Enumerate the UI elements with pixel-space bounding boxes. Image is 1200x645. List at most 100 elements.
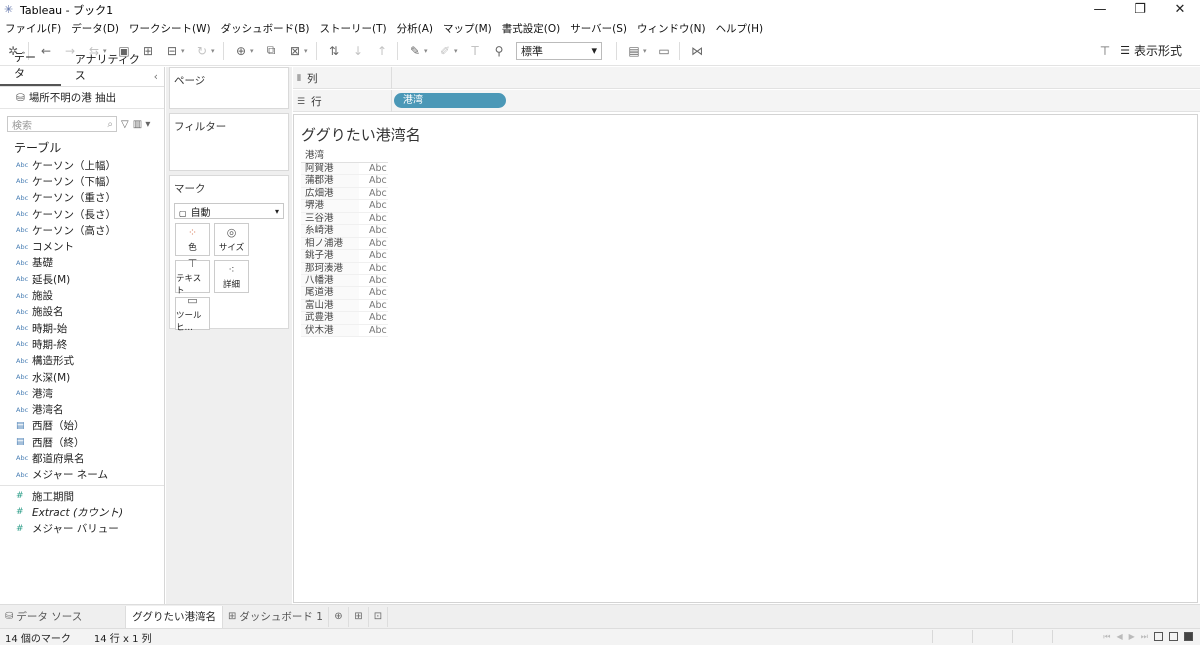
mark-type-select[interactable]: ▢ 自動 ▾	[174, 203, 284, 219]
field-item[interactable]: ▤ 西暦（始）	[0, 418, 164, 434]
view-options-icon[interactable]: ▥ ▾	[133, 119, 151, 130]
row-value-cell[interactable]: Abc	[359, 312, 388, 323]
columns-shelf[interactable]: ⦀ 列	[293, 67, 1200, 89]
minimize-button[interactable]: —	[1080, 0, 1120, 20]
field-item[interactable]: Abc 港湾名	[0, 401, 164, 417]
new-worksheet-icon[interactable]: ⊕	[327, 606, 348, 627]
table-row[interactable]: 阿賀港 Abc	[301, 163, 388, 176]
table-row[interactable]: 伏木港 Abc	[301, 324, 388, 338]
table-row[interactable]: 武豊港 Abc	[301, 312, 388, 325]
row-header-cell[interactable]: 三谷港	[301, 212, 359, 225]
table-row[interactable]: 八幡港 Abc	[301, 274, 388, 288]
refresh-icon[interactable]: ↻	[191, 40, 213, 62]
share-icon[interactable]: ⋈	[686, 40, 708, 62]
highlight-icon[interactable]: ✎	[404, 40, 426, 62]
detail-button[interactable]: ⁖ 詳細	[214, 260, 249, 293]
row-value-cell[interactable]: Abc	[359, 175, 388, 186]
row-value-cell[interactable]: Abc	[359, 213, 388, 224]
new-dashboard-icon[interactable]: ⊞	[347, 606, 368, 627]
field-item[interactable]: Abc コメント	[0, 238, 164, 254]
dropdown-arrow-icon[interactable]: ▾	[454, 47, 462, 55]
row-header-cell[interactable]: 糸崎港	[301, 225, 359, 237]
tab-data[interactable]: データ	[0, 49, 61, 86]
dropdown-arrow-icon[interactable]: ▾	[181, 47, 189, 55]
row-header-cell[interactable]: 蒲郡港	[301, 175, 359, 187]
rows-pill[interactable]: 港湾	[394, 93, 506, 108]
dropdown-arrow-icon[interactable]: ▾	[424, 47, 432, 55]
row-header-cell[interactable]: 伏木港	[301, 324, 359, 337]
field-item[interactable]: Abc 施設名	[0, 304, 164, 320]
rows-shelf[interactable]: ☰ 行 港湾	[293, 90, 1200, 112]
sort-descending-icon[interactable]: ↑	[371, 40, 393, 62]
view-title[interactable]: ググりたい港湾名	[301, 124, 421, 145]
field-item[interactable]: Abc 都道府県名	[0, 450, 164, 466]
field-item[interactable]: Abc 時期-始	[0, 320, 164, 336]
color-button[interactable]: ⁘ 色	[175, 223, 210, 256]
table-row[interactable]: 三谷港 Abc	[301, 212, 388, 226]
collapse-pane-icon[interactable]: ‹	[154, 70, 158, 83]
row-value-cell[interactable]: Abc	[359, 287, 388, 298]
row-header-cell[interactable]: 尾道港	[301, 287, 359, 299]
tabs-view-icon[interactable]	[1184, 632, 1193, 641]
pause-updates-icon[interactable]: ⊟	[161, 40, 183, 62]
sheet-sorter-icon[interactable]	[1154, 632, 1163, 641]
row-value-cell[interactable]: Abc	[359, 275, 388, 286]
row-value-cell[interactable]: Abc	[359, 188, 388, 199]
row-header-cell[interactable]: 八幡港	[301, 274, 359, 287]
pin-axes-icon[interactable]: ⚲	[488, 40, 510, 62]
row-header-cell[interactable]: 富山港	[301, 299, 359, 312]
field-item[interactable]: Abc ケーソン（長さ）	[0, 206, 164, 222]
dropdown-arrow-icon[interactable]: ▾	[211, 47, 219, 55]
field-item[interactable]: Abc ケーソン（下幅）	[0, 173, 164, 189]
tab-sheet[interactable]: ググりたい港湾名	[125, 605, 223, 628]
row-value-cell[interactable]: Abc	[359, 225, 388, 236]
datasource-item[interactable]: ⛁ 場所不明の港 抽出	[0, 87, 164, 109]
close-button[interactable]: ✕	[1160, 0, 1200, 20]
field-item[interactable]: Abc 構造形式	[0, 353, 164, 369]
row-header-cell[interactable]: 広畑港	[301, 187, 359, 200]
row-value-cell[interactable]: Abc	[359, 238, 388, 249]
table-row[interactable]: 尾道港 Abc	[301, 287, 388, 300]
table-row[interactable]: 糸崎港 Abc	[301, 225, 388, 238]
row-header-cell[interactable]: 銚子港	[301, 250, 359, 262]
table-row[interactable]: 相ノ浦港 Abc	[301, 237, 388, 251]
table-row[interactable]: 広畑港 Abc	[301, 187, 388, 201]
table-row[interactable]: 銚子港 Abc	[301, 250, 388, 263]
sort-ascending-icon[interactable]: ↓	[347, 40, 369, 62]
filters-card[interactable]: フィルター	[169, 113, 289, 171]
menu-file[interactable]: ファイル(F)	[0, 21, 66, 36]
row-value-cell[interactable]: Abc	[359, 200, 388, 211]
restore-button[interactable]: ❐	[1120, 0, 1160, 20]
row-value-cell[interactable]: Abc	[359, 250, 388, 261]
menu-window[interactable]: ウィンドウ(N)	[632, 21, 711, 36]
field-item[interactable]: Abc 水深(M)	[0, 369, 164, 385]
tab-dashboard[interactable]: ⊞ ダッシュボード 1	[223, 606, 328, 628]
field-item[interactable]: Abc 時期-終	[0, 336, 164, 352]
menu-worksheet[interactable]: ワークシート(W)	[124, 21, 216, 36]
last-sheet-icon[interactable]: ⏭	[1141, 632, 1148, 642]
menu-server[interactable]: サーバー(S)	[565, 21, 632, 36]
table-row[interactable]: 蒲郡港 Abc	[301, 175, 388, 188]
menu-map[interactable]: マップ(M)	[438, 21, 497, 36]
row-value-cell[interactable]: Abc	[359, 263, 388, 274]
new-worksheet-icon[interactable]: ⊕	[230, 40, 252, 62]
dropdown-arrow-icon[interactable]: ▾	[304, 47, 312, 55]
row-header-cell[interactable]: 那珂湊港	[301, 262, 359, 274]
view-table-header[interactable]: 港湾	[301, 150, 388, 163]
field-item[interactable]: Abc 延長(M)	[0, 271, 164, 287]
show-cards-icon[interactable]: ▤	[623, 40, 645, 62]
row-header-cell[interactable]: 阿賀港	[301, 163, 359, 175]
tooltip-button[interactable]: ▭ ツールヒ…	[175, 294, 210, 333]
table-row[interactable]: 那珂湊港 Abc	[301, 262, 388, 275]
search-input[interactable]: 検索 ⌕	[7, 116, 117, 132]
text-button[interactable]: ⊤ テキスト	[175, 257, 210, 296]
first-sheet-icon[interactable]: ⏮	[1103, 632, 1110, 642]
new-story-icon[interactable]: ⊡	[367, 606, 388, 627]
field-item[interactable]: Abc 港湾	[0, 385, 164, 401]
measure-item[interactable]: # Extract (カウント)	[0, 504, 164, 520]
menu-format[interactable]: 書式設定(O)	[497, 21, 565, 36]
next-sheet-icon[interactable]: ▶	[1129, 632, 1135, 641]
table-row[interactable]: 堺港 Abc	[301, 200, 388, 213]
size-button[interactable]: ◎ サイズ	[214, 223, 249, 256]
row-header-cell[interactable]: 相ノ浦港	[301, 237, 359, 250]
